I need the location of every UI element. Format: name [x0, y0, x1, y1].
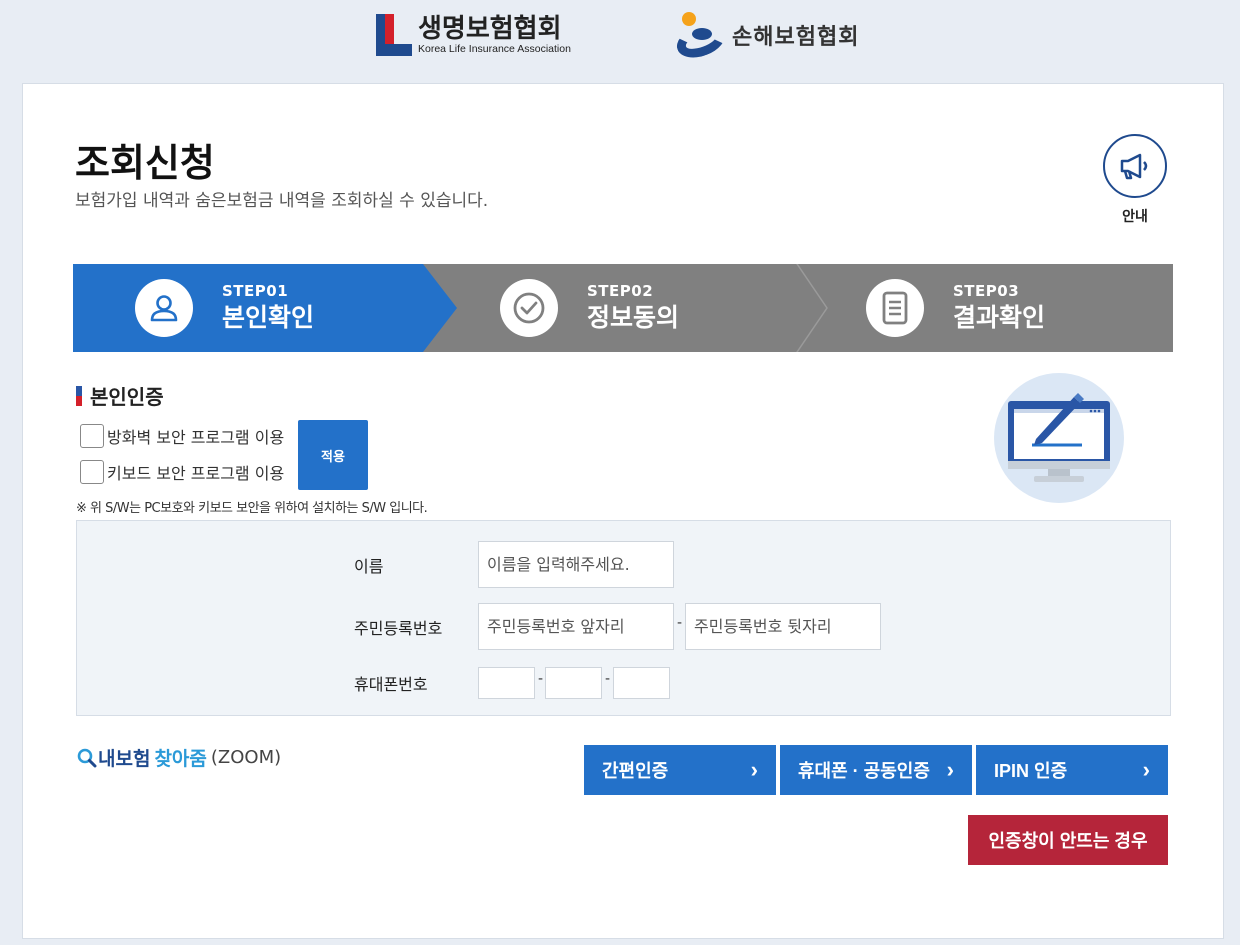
- check-circle-icon: [500, 279, 558, 337]
- page-title: 조회신청: [75, 141, 215, 185]
- phone-dash-1: -: [538, 671, 544, 687]
- user-icon: [135, 279, 193, 337]
- zoom-link-part3: (ZOOM): [210, 747, 282, 768]
- simple-auth-label: 간편인증: [602, 761, 669, 781]
- ipin-button[interactable]: IPIN 인증 ›: [976, 745, 1168, 795]
- step-3-number: STEP03: [953, 282, 1020, 300]
- firewall-checkbox[interactable]: [80, 424, 104, 448]
- rrn-dash: -: [677, 615, 683, 631]
- magnifier-icon: [77, 748, 97, 767]
- software-note: ※ 위 S/W는 PC보호와 키보드 보안을 위하여 설치하는 S/W 입니다.: [76, 501, 428, 516]
- nonlife-insurance-logo-mark: [672, 12, 730, 64]
- zoom-link[interactable]: 내보험 찾아줌 (ZOOM): [76, 744, 281, 771]
- phone-cert-label: 휴대폰 · 공동인증: [798, 761, 930, 781]
- section-title-text: 본인인증: [90, 385, 164, 409]
- phone-label: 휴대폰번호: [354, 675, 428, 694]
- step-1-number: STEP01: [222, 282, 289, 300]
- main-card: 조회신청 보험가입 내역과 숨은보험금 내역을 조회하실 수 있습니다. 안내 …: [22, 83, 1224, 939]
- chevron-right-icon: ›: [750, 757, 758, 782]
- step-2-number: STEP02: [587, 282, 654, 300]
- step-progress-bar: STEP01 본인확인 STEP02 정보동의 STEP03 결과확인: [73, 264, 1173, 352]
- guide-button[interactable]: [1103, 134, 1167, 198]
- phone-part3-input[interactable]: [613, 667, 670, 699]
- step-1-name: 본인확인: [222, 303, 315, 332]
- nonlife-logo-korean: 손해보험협회: [732, 25, 860, 50]
- life-logo-korean: 생명보험협회: [418, 13, 562, 44]
- phone-part1-input[interactable]: [478, 667, 535, 699]
- auth-window-help-button[interactable]: 인증창이 안뜨는 경우: [968, 815, 1168, 865]
- zoom-link-part1: 내보험: [98, 748, 151, 770]
- step-1: STEP01 본인확인: [135, 264, 314, 352]
- phone-cert-button[interactable]: 휴대폰 · 공동인증 ›: [780, 745, 972, 795]
- step-2: STEP02 정보동의: [500, 264, 679, 352]
- keyboard-checkbox-label: 키보드 보안 프로그램 이용: [107, 464, 285, 483]
- simple-auth-button[interactable]: 간편인증 ›: [584, 745, 776, 795]
- life-logo-english: Korea Life Insurance Association: [418, 42, 571, 55]
- identity-form: 이름 주민등록번호 - 휴대폰번호 - -: [76, 520, 1171, 716]
- rrn-front-input[interactable]: [478, 603, 674, 650]
- keyboard-checkbox-row[interactable]: 키보드 보안 프로그램 이용: [80, 460, 284, 484]
- phone-dash-2: -: [605, 671, 611, 687]
- life-insurance-logo[interactable]: 생명보험협회 Korea Life Insurance Association: [376, 13, 571, 57]
- firewall-checkbox-label: 방화벽 보안 프로그램 이용: [107, 428, 285, 447]
- name-input[interactable]: [478, 541, 674, 588]
- guide-label: 안내: [1122, 209, 1148, 225]
- page-description: 보험가입 내역과 숨은보험금 내역을 조회하실 수 있습니다.: [75, 191, 489, 211]
- section-title-bar: [76, 385, 82, 406]
- keyboard-checkbox[interactable]: [80, 460, 104, 484]
- document-icon: [866, 279, 924, 337]
- life-insurance-logo-mark: [376, 14, 412, 56]
- rrn-back-input[interactable]: [685, 603, 881, 650]
- header: 생명보험협회 Korea Life Insurance Association …: [0, 0, 1240, 83]
- name-label: 이름: [354, 557, 384, 576]
- megaphone-icon: [1120, 153, 1148, 180]
- nonlife-insurance-logo[interactable]: 손해보험협회: [672, 12, 860, 64]
- step-3-name: 결과확인: [953, 303, 1046, 332]
- monitor-illustration: [994, 373, 1124, 503]
- ipin-label: IPIN 인증: [994, 761, 1068, 781]
- section-title: 본인인증: [76, 381, 164, 410]
- apply-button[interactable]: 적용: [298, 420, 368, 490]
- phone-part2-input[interactable]: [545, 667, 602, 699]
- step-2-name: 정보동의: [587, 303, 680, 332]
- chevron-right-icon: ›: [1142, 757, 1150, 782]
- zoom-link-part2: 찾아줌: [154, 748, 207, 770]
- step-separator-icon: [796, 264, 828, 352]
- step-3: STEP03 결과확인: [866, 264, 1045, 352]
- firewall-checkbox-row[interactable]: 방화벽 보안 프로그램 이용: [80, 424, 284, 448]
- rrn-label: 주민등록번호: [354, 619, 443, 638]
- chevron-right-icon: ›: [946, 757, 954, 782]
